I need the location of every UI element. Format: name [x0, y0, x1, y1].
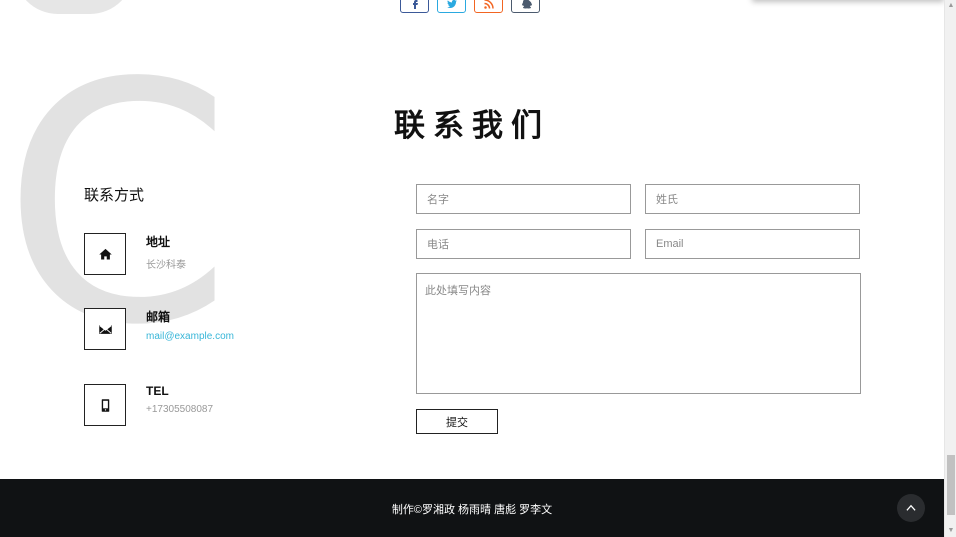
- email-label: 邮箱: [146, 310, 171, 324]
- address-icon-box: [84, 233, 126, 275]
- footer-credits: 制作©罗湘政 杨雨晴 唐彪 罗李文: [391, 504, 553, 516]
- address-label: 地址: [146, 235, 171, 249]
- qq-icon: [521, 0, 532, 9]
- back-to-top-button[interactable]: [897, 494, 925, 522]
- address-text: 地址 长沙科泰: [146, 233, 186, 275]
- address-value: 长沙科泰: [146, 260, 186, 271]
- email-link[interactable]: mail@example.com: [146, 331, 234, 342]
- email-text: 邮箱 mail@example.com: [146, 308, 234, 350]
- contact-item-phone: TEL +17305508087: [84, 384, 213, 426]
- rss-link[interactable]: [474, 0, 503, 13]
- scroll-up-arrow[interactable]: ▲: [945, 0, 956, 12]
- first-name-field[interactable]: 名字: [416, 184, 631, 214]
- last-name-field[interactable]: 姓氏: [645, 184, 860, 214]
- phone-label: TEL: [146, 384, 169, 398]
- phone-text: TEL +17305508087: [146, 384, 213, 426]
- decorative-letter-top: [14, 0, 134, 14]
- section-title: 联系我们: [394, 108, 550, 144]
- mail-icon: [98, 324, 112, 334]
- contact-heading: 联系方式: [84, 186, 145, 204]
- rss-icon: [483, 0, 494, 9]
- home-icon: [98, 248, 112, 259]
- twitter-icon: [446, 0, 457, 9]
- message-textarea[interactable]: 此处填写内容: [416, 273, 861, 394]
- facebook-icon: [412, 0, 418, 9]
- email-icon-box: [84, 308, 126, 350]
- phone-field[interactable]: 电话: [416, 229, 631, 259]
- scroll-down-arrow[interactable]: ▼: [945, 525, 956, 537]
- phone-icon: [101, 398, 109, 412]
- scrollbar-thumb[interactable]: [947, 455, 955, 515]
- phone-value: +17305508087: [146, 404, 214, 415]
- page: C 联系我们 联系方式 地址 长沙科泰 邮箱 mail@example.com …: [0, 0, 956, 537]
- email-field[interactable]: Email: [645, 229, 860, 259]
- contact-item-address: 地址 长沙科泰: [84, 233, 186, 275]
- chevron-up-icon: [906, 504, 916, 511]
- phone-icon-box: [84, 384, 126, 426]
- contact-item-email: 邮箱 mail@example.com: [84, 308, 234, 350]
- twitter-link[interactable]: [437, 0, 466, 13]
- submit-button[interactable]: 提交: [416, 409, 498, 434]
- facebook-link[interactable]: [400, 0, 429, 13]
- social-links: [400, 0, 540, 13]
- qq-link[interactable]: [511, 0, 540, 13]
- page-scrollbar[interactable]: ▲ ▼: [944, 0, 956, 537]
- footer: 制作©罗湘政 杨雨晴 唐彪 罗李文: [0, 479, 944, 537]
